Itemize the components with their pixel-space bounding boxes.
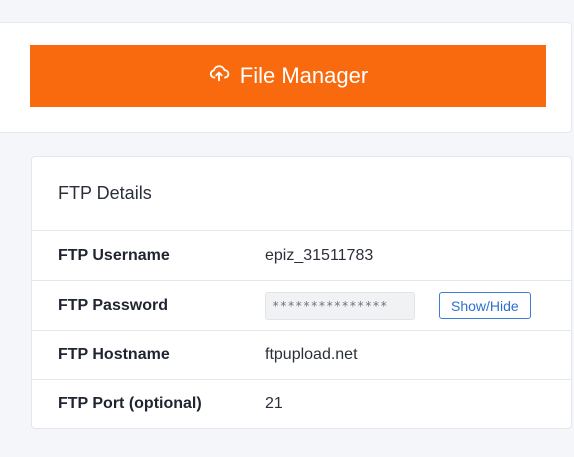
ftp-hostname-row: FTP Hostname ftpupload.net [32,331,571,380]
ftp-password-field[interactable]: *************** [265,291,415,320]
file-manager-button[interactable]: File Manager [30,45,546,107]
ftp-username-label: FTP Username [58,246,170,264]
ftp-hostname-value: ftpupload.net [265,346,358,363]
show-hide-password-button[interactable]: Show/Hide [439,292,531,319]
file-manager-label: File Manager [239,63,369,88]
ftp-username-value: epiz_31511783 [265,246,374,264]
ftp-port-value: 21 [265,395,283,412]
ftp-username-row: FTP Username epiz_31511783 [32,231,571,281]
ftp-port-label: FTP Port (optional) [58,395,202,412]
file-manager-card: File Manager [0,22,572,133]
ftp-details-card: FTP Details FTP Username epiz_31511783 F… [31,156,572,429]
ftp-password-row: FTP Password *************** Show/Hide [32,281,571,331]
ftp-hostname-label: FTP Hostname [58,346,170,363]
ftp-password-label: FTP Password [58,296,168,314]
ftp-details-title: FTP Details [32,157,571,231]
cloud-upload-icon [208,62,230,90]
ftp-password-value-group: *************** Show/Hide [265,291,531,320]
ftp-port-row: FTP Port (optional) 21 [32,380,571,428]
